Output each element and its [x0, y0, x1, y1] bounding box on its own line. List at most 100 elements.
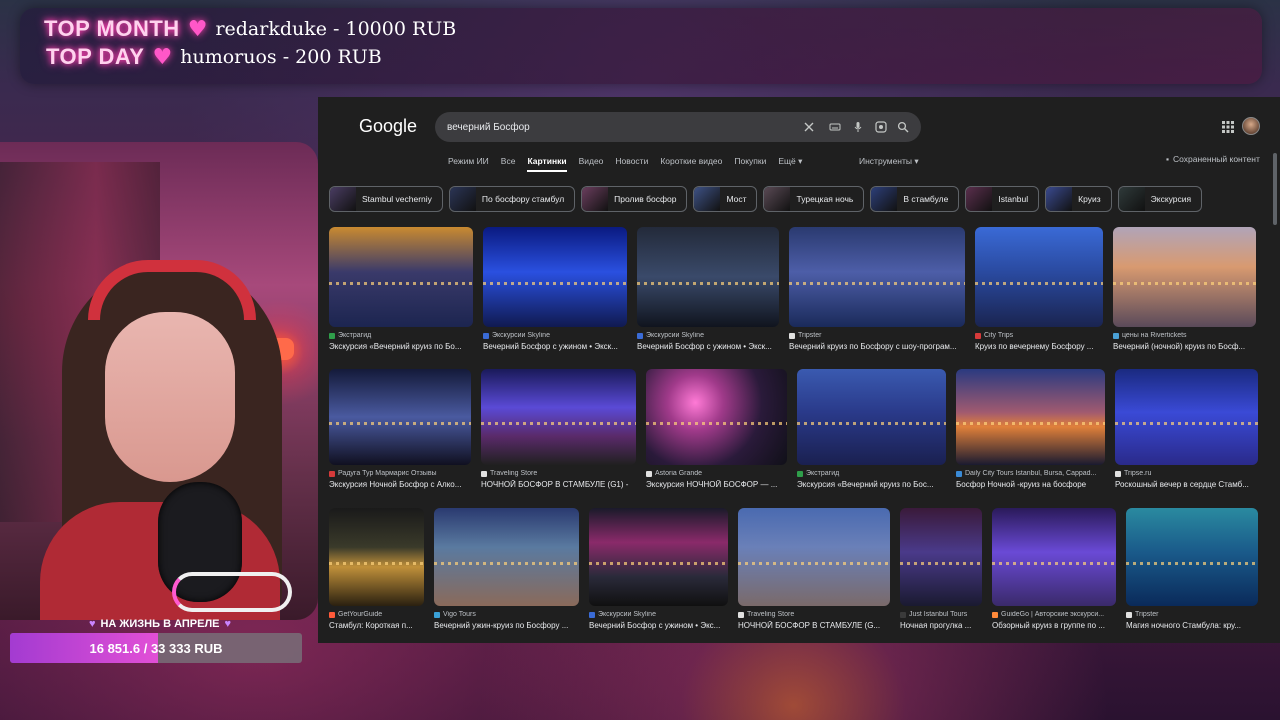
result-caption[interactable]: Экскурсия «Вечерний круиз по Бо... — [329, 342, 473, 351]
related-chip[interactable]: Экскурсия — [1117, 186, 1203, 212]
result-caption[interactable]: Ночная прогулка ... — [900, 621, 982, 630]
result-source[interactable]: Daily City Tours Istanbul, Bursa, Cappad… — [956, 470, 1105, 477]
result-caption[interactable]: Вечерний (ночной) круиз по Босф... — [1113, 342, 1256, 351]
result-caption[interactable]: Вечерний ужин-круиз по Босфору ... — [434, 621, 579, 630]
image-result[interactable]: Экскурсии Skyline Вечерний Босфор с ужино… — [589, 508, 728, 630]
result-caption[interactable]: Экскурсия НОЧНОЙ БОСФОР — ... — [646, 480, 787, 489]
image-result[interactable]: Экстрагид Экскурсия «Вечерний круиз по Бо… — [329, 227, 473, 351]
result-caption[interactable]: Вечерний Босфор с ужином • Экск... — [483, 342, 627, 351]
search-box[interactable] — [435, 112, 921, 142]
search-icon[interactable] — [895, 119, 911, 135]
result-source[interactable]: Vigo Tours — [434, 611, 579, 618]
lens-icon[interactable] — [873, 119, 889, 135]
saved-content-link[interactable]: ▪ Сохраненный контент — [1166, 154, 1260, 164]
result-source[interactable]: GuideGo | Авторские экскурси... — [992, 611, 1116, 618]
related-chip[interactable]: Мост — [693, 186, 758, 212]
result-caption[interactable]: Вечерний круиз по Босфору с шоу-програм.… — [789, 342, 965, 351]
image-result[interactable]: Tripster Вечерний круиз по Босфору с шоу-… — [789, 227, 965, 351]
tab-0[interactable]: Режим ИИ — [448, 156, 489, 172]
result-image[interactable] — [900, 508, 982, 606]
result-image[interactable] — [1113, 227, 1256, 327]
result-image[interactable] — [956, 369, 1105, 465]
result-image[interactable] — [975, 227, 1103, 327]
close-icon[interactable] — [801, 119, 817, 135]
tab-3[interactable]: Видео — [579, 156, 604, 172]
result-image[interactable] — [789, 227, 965, 327]
result-source[interactable]: Astoria Grande — [646, 470, 787, 477]
result-caption[interactable]: Стамбул: Короткая п... — [329, 621, 424, 630]
result-caption[interactable]: Экскурсия Ночной Босфор с Алко... — [329, 480, 471, 489]
image-result[interactable]: Tripster Магия ночного Стамбула: кру... — [1126, 508, 1258, 630]
result-caption[interactable]: Круиз по вечернему Босфору ... — [975, 342, 1103, 351]
tab-5[interactable]: Короткие видео — [660, 156, 722, 172]
result-source[interactable]: Экскурсии Skyline — [589, 611, 728, 618]
result-source[interactable]: цены на Rivertickets — [1113, 332, 1256, 339]
result-image[interactable] — [483, 227, 627, 327]
result-image[interactable] — [329, 508, 424, 606]
result-source[interactable]: Радуга Тур Мармарис Отзывы — [329, 470, 471, 477]
search-input[interactable] — [447, 117, 787, 137]
result-image[interactable] — [646, 369, 787, 465]
tab-6[interactable]: Покупки — [734, 156, 766, 172]
related-chip[interactable]: Stambul vecherniy — [329, 186, 443, 212]
result-caption[interactable]: НОЧНОЙ БОСФОР В СТАМБУЛЕ (G1) - — [481, 480, 636, 489]
tab-4[interactable]: Новости — [615, 156, 648, 172]
result-caption[interactable]: Обзорный круиз в группе по ... — [992, 621, 1116, 630]
result-source[interactable]: Traveling Store — [481, 470, 636, 477]
result-caption[interactable]: Босфор Ночной -круиз на босфоре — [956, 480, 1105, 489]
result-image[interactable] — [329, 369, 471, 465]
result-source[interactable]: Экстрагид — [797, 470, 946, 477]
result-caption[interactable]: НОЧНОЙ БОСФОР В СТАМБУЛЕ (G... — [738, 621, 890, 630]
related-chip[interactable]: Турецкая ночь — [763, 186, 865, 212]
image-result[interactable]: GetYourGuide Стамбул: Короткая п... — [329, 508, 424, 630]
result-source[interactable]: Экскурсии Skyline — [637, 332, 779, 339]
apps-grid-icon[interactable] — [1221, 120, 1235, 134]
result-source[interactable]: Tripster — [1126, 611, 1258, 618]
result-image[interactable] — [1115, 369, 1258, 465]
result-caption[interactable]: Роскошный вечер в сердце Стамб... — [1115, 480, 1258, 489]
result-image[interactable] — [637, 227, 779, 327]
related-chip[interactable]: По босфору стамбул — [448, 186, 576, 212]
result-source[interactable]: Just Istanbul Tours — [900, 611, 982, 618]
tools-menu[interactable]: Инструменты ▾ — [859, 156, 919, 167]
image-result[interactable]: GuideGo | Авторские экскурси... Обзорный … — [992, 508, 1116, 630]
result-image[interactable] — [434, 508, 579, 606]
image-result[interactable]: Just Istanbul Tours Ночная прогулка ... — [900, 508, 982, 630]
tab-7[interactable]: Ещё ▾ — [778, 156, 802, 172]
mic-icon[interactable] — [850, 119, 866, 135]
image-result[interactable]: Радуга Тур Мармарис Отзывы Экскурсия Ночн… — [329, 369, 471, 489]
result-source[interactable]: Traveling Store — [738, 611, 890, 618]
result-image[interactable] — [1126, 508, 1258, 606]
tab-2[interactable]: Картинки — [527, 156, 567, 172]
result-caption[interactable]: Магия ночного Стамбула: кру... — [1126, 621, 1258, 630]
image-result[interactable]: Tripse.ru Роскошный вечер в сердце Стамб.… — [1115, 369, 1258, 489]
related-chip[interactable]: Istanbul — [965, 186, 1040, 212]
google-logo[interactable]: Google — [359, 116, 417, 137]
tab-1[interactable]: Все — [501, 156, 516, 172]
related-chip[interactable]: Круиз — [1045, 186, 1112, 212]
result-source[interactable]: Экстрагид — [329, 332, 473, 339]
image-result[interactable]: Экстрагид Экскурсия «Вечерний круиз по Бо… — [797, 369, 946, 489]
result-source[interactable]: City Trips — [975, 332, 1103, 339]
related-chip[interactable]: Пролив босфор — [581, 186, 688, 212]
result-image[interactable] — [329, 227, 473, 327]
scrollbar[interactable] — [1273, 153, 1277, 225]
image-result[interactable]: Astoria Grande Экскурсия НОЧНОЙ БОСФОР — … — [646, 369, 787, 489]
keyboard-icon[interactable] — [827, 119, 843, 135]
result-source[interactable]: Tripse.ru — [1115, 470, 1258, 477]
result-caption[interactable]: Экскурсия «Вечерний круиз по Бос... — [797, 480, 946, 489]
account-avatar[interactable] — [1242, 117, 1260, 135]
result-caption[interactable]: Вечерний Босфор с ужином • Экск... — [637, 342, 779, 351]
image-result[interactable]: цены на Rivertickets Вечерний (ночной) кр… — [1113, 227, 1256, 351]
result-image[interactable] — [589, 508, 728, 606]
result-source[interactable]: GetYourGuide — [329, 611, 424, 618]
result-image[interactable] — [738, 508, 890, 606]
result-caption[interactable]: Вечерний Босфор с ужином • Экс... — [589, 621, 728, 630]
result-image[interactable] — [992, 508, 1116, 606]
result-source[interactable]: Tripster — [789, 332, 965, 339]
image-result[interactable]: Vigo Tours Вечерний ужин-круиз по Босфору… — [434, 508, 579, 630]
image-result[interactable]: Экскурсии Skyline Вечерний Босфор с ужино… — [483, 227, 627, 351]
image-result[interactable]: Traveling Store НОЧНОЙ БОСФОР В СТАМБУЛЕ … — [481, 369, 636, 489]
image-result[interactable]: Traveling Store НОЧНОЙ БОСФОР В СТАМБУЛЕ … — [738, 508, 890, 630]
image-result[interactable]: City Trips Круиз по вечернему Босфору ... — [975, 227, 1103, 351]
